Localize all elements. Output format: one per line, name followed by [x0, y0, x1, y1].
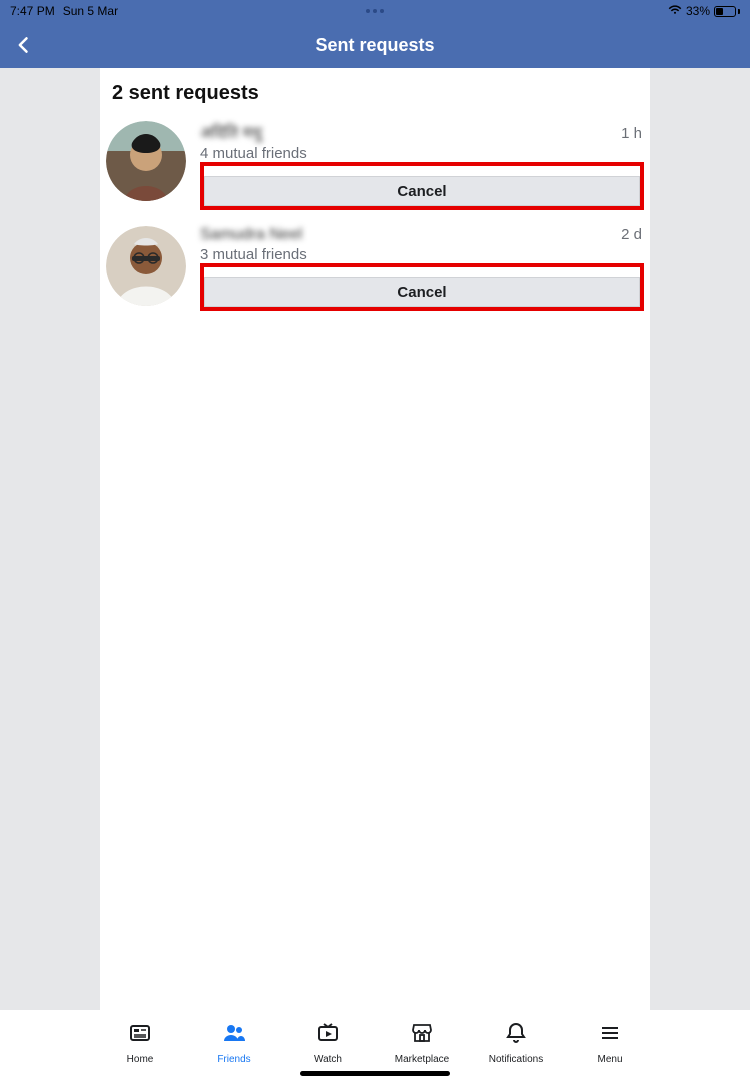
avatar[interactable] — [106, 226, 186, 306]
tab-label: Menu — [597, 1054, 622, 1065]
battery-percentage: 33% — [686, 4, 710, 18]
page-header-title: Sent requests — [315, 35, 434, 56]
page-title: 2 sent requests — [100, 68, 650, 115]
request-name[interactable]: अदिति मधु — [200, 121, 262, 143]
request-time: 1 h — [621, 125, 644, 142]
bell-icon — [504, 1021, 528, 1050]
tab-label: Watch — [314, 1054, 342, 1065]
cancel-button[interactable]: Cancel — [204, 176, 640, 206]
tab-home[interactable]: Home — [100, 1021, 180, 1065]
bottom-nav: Home Friends Watch Marketplace — [0, 1010, 750, 1080]
cancel-button[interactable]: Cancel — [204, 277, 640, 307]
request-time: 2 d — [621, 226, 644, 243]
tab-menu[interactable]: Menu — [570, 1021, 650, 1065]
battery-icon — [714, 6, 740, 17]
home-indicator[interactable] — [300, 1071, 450, 1076]
callout-highlight: Cancel — [200, 162, 644, 210]
menu-icon — [598, 1021, 622, 1050]
tab-label: Friends — [217, 1054, 250, 1065]
multitask-dots — [366, 9, 384, 13]
tab-label: Notifications — [489, 1054, 543, 1065]
nav-header: Sent requests — [0, 22, 750, 68]
mutual-friends: 3 mutual friends — [200, 246, 644, 263]
sent-request-row: Samudra Neel 2 d 3 mutual friends Cancel — [100, 220, 650, 321]
tab-label: Home — [127, 1054, 154, 1065]
tab-label: Marketplace — [395, 1054, 449, 1065]
sent-request-row: अदिति मधु 1 h 4 mutual friends Cancel — [100, 115, 650, 220]
watch-icon — [316, 1021, 340, 1050]
wifi-icon — [668, 4, 682, 18]
content-area: 2 sent requests अदिति मधु — [100, 68, 650, 1010]
home-icon — [128, 1021, 152, 1050]
marketplace-icon — [410, 1021, 434, 1050]
status-bar: 7:47 PM Sun 5 Mar 33% — [0, 0, 750, 22]
status-time: 7:47 PM — [10, 4, 55, 18]
avatar[interactable] — [106, 121, 186, 201]
tab-watch[interactable]: Watch — [288, 1021, 368, 1065]
mutual-friends: 4 mutual friends — [200, 145, 644, 162]
tab-notifications[interactable]: Notifications — [476, 1021, 556, 1065]
status-date: Sun 5 Mar — [63, 4, 118, 18]
back-button[interactable] — [10, 31, 38, 59]
friends-icon — [222, 1021, 246, 1050]
callout-highlight: Cancel — [200, 263, 644, 311]
tab-marketplace[interactable]: Marketplace — [382, 1021, 462, 1065]
request-name[interactable]: Samudra Neel — [200, 226, 302, 244]
tab-friends[interactable]: Friends — [194, 1021, 274, 1065]
